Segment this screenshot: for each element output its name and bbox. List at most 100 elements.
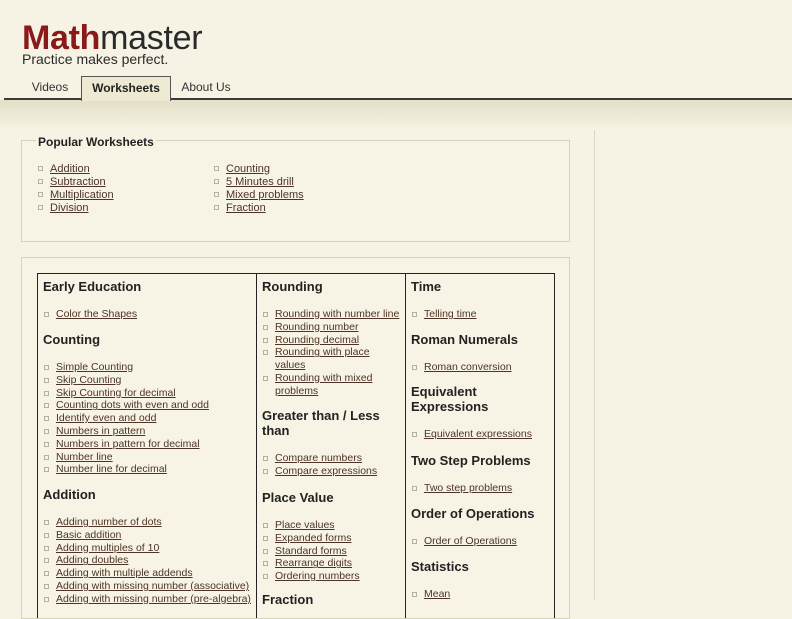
worksheet-link-simple-counting[interactable]: Simple Counting	[56, 361, 133, 373]
tab-worksheets[interactable]: Worksheets	[81, 76, 171, 101]
worksheet-list-item: Number line	[43, 451, 252, 464]
square-bullet-icon	[44, 532, 49, 538]
worksheet-link-rearrange-digits[interactable]: Rearrange digits	[275, 557, 352, 569]
square-bullet-icon	[412, 312, 417, 317]
worksheet-list-item: Two step problems	[411, 482, 550, 495]
worksheet-list-item: Mean	[411, 588, 550, 601]
square-bullet-icon	[263, 523, 268, 528]
worksheet-link-counting[interactable]: Counting	[226, 163, 270, 175]
worksheet-link-skip-counting[interactable]: Skip Counting	[56, 374, 121, 386]
category-heading: Place Value	[262, 490, 334, 505]
category-section-counting: Counting Simple Counting Skip Counting Skip…	[43, 332, 252, 476]
worksheet-link-basic-addition[interactable]: Basic addition	[56, 529, 121, 541]
square-bullet-icon	[38, 166, 43, 171]
worksheet-link-rounding-with-mixed-problems[interactable]: Rounding with mixed problems	[275, 372, 372, 397]
worksheet-list-item: Adding doubles	[43, 554, 252, 567]
square-bullet-icon	[44, 416, 49, 422]
category-section-rounding: Rounding Rounding with number line Roundin…	[262, 279, 401, 398]
worksheet-list-item: Adding with multiple addends	[43, 567, 252, 580]
worksheet-link-rounding-decimal[interactable]: Rounding decimal	[275, 334, 359, 346]
worksheet-list-item: Adding with missing number (pre-algebra)	[43, 593, 252, 606]
worksheet-link-subtraction[interactable]: Subtraction	[50, 176, 106, 188]
worksheet-link-number-line[interactable]: Number line	[56, 451, 113, 463]
worksheet-link-ordering-numbers[interactable]: Ordering numbers	[275, 570, 360, 582]
square-bullet-icon	[263, 468, 268, 474]
worksheet-list-item: Counting dots with even and odd	[43, 399, 252, 412]
square-bullet-icon	[44, 545, 49, 551]
tab-videos[interactable]: Videos	[22, 76, 78, 98]
worksheet-link-rounding-number[interactable]: Rounding number	[275, 321, 358, 333]
worksheet-link-adding-with-missing-number-pre-algebra[interactable]: Adding with missing number (pre-algebra)	[56, 593, 251, 605]
category-section-addition: Addition Adding number of dots Basic addit…	[43, 487, 252, 606]
worksheet-link-numbers-in-pattern[interactable]: Numbers in pattern	[56, 425, 145, 437]
worksheet-link-numbers-in-pattern-for-decimal[interactable]: Numbers in pattern for decimal	[56, 438, 200, 450]
worksheet-link-mean[interactable]: Mean	[424, 588, 450, 600]
worksheet-list-item: Adding multiples of 10	[43, 542, 252, 555]
worksheet-list-item: Numbers in pattern for decimal	[43, 438, 252, 451]
category-heading: Statistics	[411, 559, 469, 574]
worksheet-link-division[interactable]: Division	[50, 202, 89, 214]
worksheet-list-item: Simple Counting	[43, 361, 252, 374]
square-bullet-icon	[412, 432, 417, 437]
square-bullet-icon	[412, 486, 417, 491]
worksheet-list-item: Counting	[213, 163, 304, 176]
square-bullet-icon	[263, 535, 268, 541]
square-bullet-icon	[44, 441, 49, 447]
worksheet-link-rounding-with-place-values[interactable]: Rounding with place values	[275, 346, 370, 371]
worksheet-link-place-values[interactable]: Place values	[275, 519, 335, 531]
worksheet-list-item: Multiplication	[37, 189, 114, 202]
square-bullet-icon	[44, 596, 49, 602]
square-bullet-icon	[263, 324, 268, 330]
worksheet-link-identify-even-and-odd[interactable]: Identify even and odd	[56, 412, 156, 424]
worksheet-link-compare-expressions[interactable]: Compare expressions	[275, 465, 377, 477]
worksheet-list-item: Rounding with mixed problems	[262, 372, 401, 398]
worksheet-list-item: Fraction	[213, 202, 304, 215]
worksheet-link-adding-multiples-of-10[interactable]: Adding multiples of 10	[56, 542, 159, 554]
category-heading: Two Step Problems	[411, 453, 531, 468]
worksheet-link-adding-doubles[interactable]: Adding doubles	[56, 554, 128, 566]
categories-panel: Early Education Color the Shapes Counting S…	[21, 257, 570, 619]
worksheet-link-adding-number-of-dots[interactable]: Adding number of dots	[56, 516, 162, 528]
worksheet-list-item: Number line for decimal	[43, 463, 252, 476]
worksheet-list-item: Mixed problems	[213, 189, 304, 202]
worksheet-list-item: 5 Minutes drill	[213, 176, 304, 189]
worksheet-link-expanded-forms[interactable]: Expanded forms	[275, 532, 351, 544]
worksheet-link-color-the-shapes[interactable]: Color the Shapes	[56, 308, 137, 320]
square-bullet-icon	[38, 179, 43, 184]
worksheet-link-mixed-problems[interactable]: Mixed problems	[226, 189, 304, 201]
main-nav-tabs: Videos Worksheets About Us	[4, 76, 792, 101]
worksheet-link-multiplication[interactable]: Multiplication	[50, 189, 114, 201]
worksheet-link-addition[interactable]: Addition	[50, 163, 90, 175]
popular-list-right: Counting 5 Minutes drill Mixed problems Fra…	[213, 163, 304, 215]
worksheet-link-number-line-for-decimal[interactable]: Number line for decimal	[56, 463, 167, 475]
worksheet-list-item: Rounding with place values	[262, 346, 401, 372]
category-section-roman-numerals: Roman Numerals Roman conversion	[411, 332, 550, 374]
category-heading: Order of Operations	[411, 506, 535, 521]
worksheet-link-compare-numbers[interactable]: Compare numbers	[275, 452, 362, 464]
worksheet-link-telling-time[interactable]: Telling time	[424, 308, 477, 320]
worksheet-link-standard-forms[interactable]: Standard forms	[275, 545, 347, 557]
worksheet-link-adding-with-multiple-addends[interactable]: Adding with multiple addends	[56, 567, 193, 579]
worksheet-list-item: Ordering numbers	[262, 570, 401, 583]
worksheet-link-equivalent-expressions[interactable]: Equivalent expressions	[424, 428, 532, 440]
square-bullet-icon	[214, 192, 219, 197]
worksheet-link-two-step-problems[interactable]: Two step problems	[424, 482, 512, 494]
square-bullet-icon	[38, 192, 43, 197]
worksheet-link-adding-with-missing-number-associative[interactable]: Adding with missing number (associative)	[56, 580, 249, 592]
worksheet-list-item: Addition	[37, 163, 114, 176]
worksheet-link-skip-counting-for-decimal[interactable]: Skip Counting for decimal	[56, 387, 176, 399]
worksheet-list-item: Rounding number	[262, 321, 401, 334]
worksheet-link-5-minutes-drill[interactable]: 5 Minutes drill	[226, 176, 294, 188]
worksheet-link-counting-dots-with-even-and-odd[interactable]: Counting dots with even and odd	[56, 399, 209, 411]
sidebar-divider	[594, 130, 595, 600]
worksheet-link-order-of-operations[interactable]: Order of Operations	[424, 535, 517, 547]
category-heading: Counting	[43, 332, 101, 347]
worksheet-link-fraction[interactable]: Fraction	[226, 202, 266, 214]
worksheet-link-rounding-with-number-line[interactable]: Rounding with number line	[275, 308, 399, 320]
square-bullet-icon	[38, 205, 43, 210]
category-section-greater-than-less-than: Greater than / Less than Compare numbers C…	[262, 408, 401, 478]
worksheet-link-roman-conversion[interactable]: Roman conversion	[424, 361, 512, 373]
worksheet-list-item: Standard forms	[262, 545, 401, 558]
tab-about-us[interactable]: About Us	[174, 76, 238, 98]
square-bullet-icon	[263, 312, 268, 317]
